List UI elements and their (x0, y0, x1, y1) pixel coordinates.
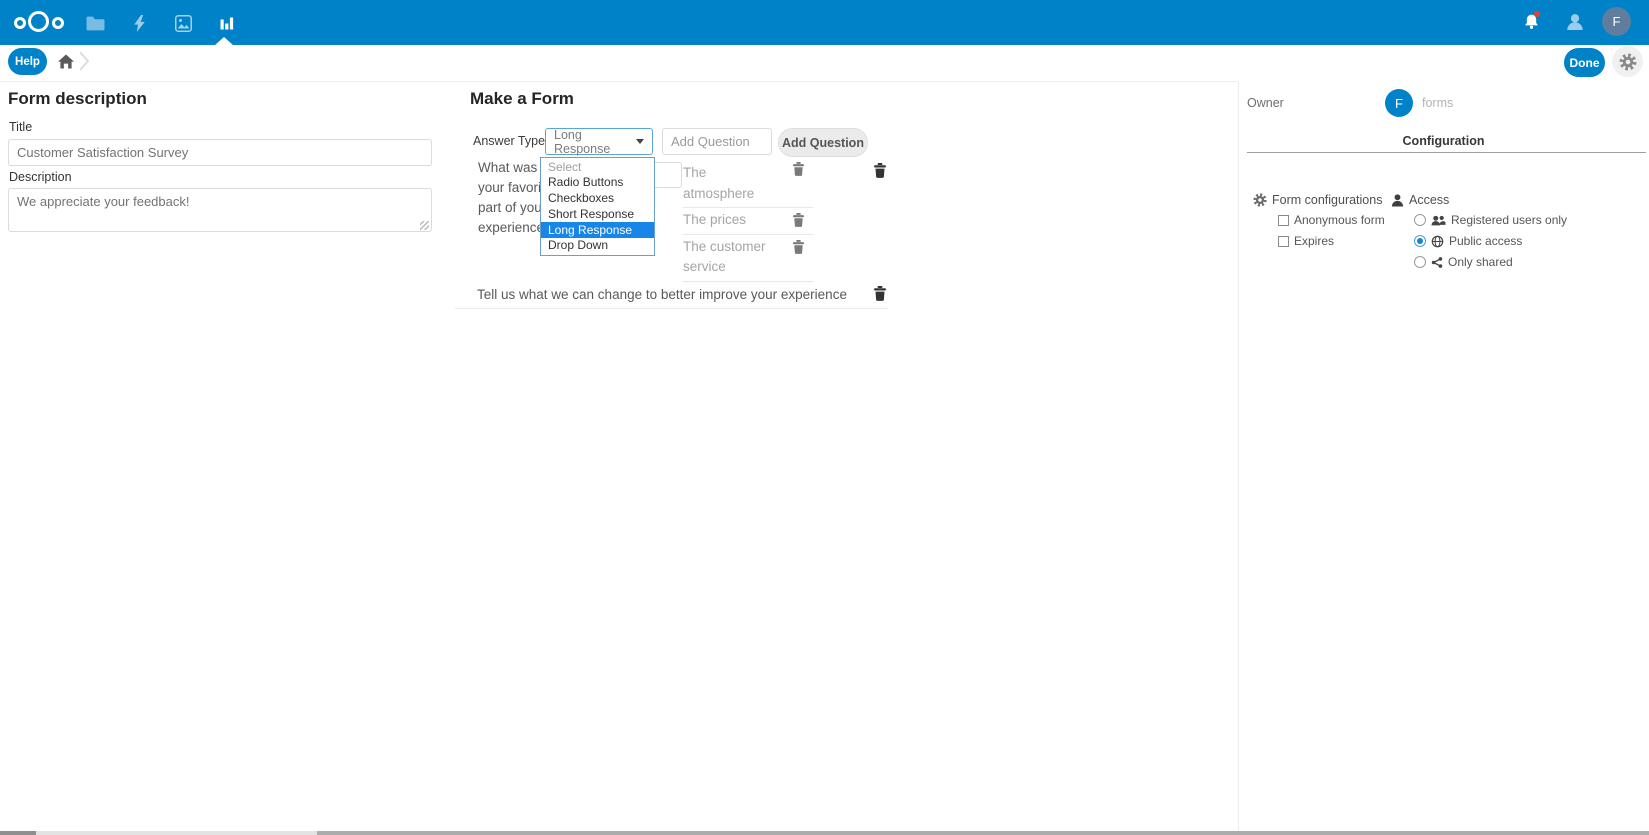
question-text: Tell us what we can change to better imp… (477, 287, 847, 302)
user-avatar[interactable]: F (1602, 7, 1631, 36)
avatar-initial: F (1613, 14, 1621, 29)
photos-icon[interactable] (172, 12, 194, 34)
answer-type-label: Answer Type: (473, 134, 549, 148)
dropdown-option-short-response[interactable]: Short Response (541, 206, 654, 222)
settings-sidebar: Done Owner F forms Configuration Form co… (1238, 45, 1649, 835)
users-icon (1431, 215, 1446, 226)
forms-icon[interactable] (216, 12, 238, 34)
answer-text: The customer service (683, 237, 771, 278)
horizontal-scrollbar[interactable] (0, 831, 1649, 835)
notifications-bell-icon[interactable] (1523, 13, 1543, 33)
toolbar-divider (0, 81, 1238, 82)
only-shared-option[interactable]: Only shared (1414, 255, 1513, 269)
configuration-divider (1247, 152, 1646, 153)
answer-type-selected-value: Long Response (554, 128, 632, 156)
only-shared-radio[interactable] (1414, 256, 1426, 268)
answer-type-select[interactable]: Long Response (545, 128, 653, 155)
add-question-input[interactable] (662, 128, 772, 155)
nextcloud-logo-icon[interactable] (14, 8, 66, 36)
owner-avatar: F (1385, 89, 1413, 117)
expires-option[interactable]: Expires (1278, 234, 1334, 248)
answer-text: The prices (683, 210, 771, 231)
breadcrumb-chevron-icon (79, 51, 89, 76)
help-button[interactable]: Help (8, 48, 47, 75)
home-icon[interactable] (58, 54, 74, 74)
files-icon[interactable] (84, 12, 106, 34)
scrollbar-thumb[interactable] (317, 831, 1649, 835)
owner-avatar-initial: F (1395, 96, 1403, 111)
anonymous-form-option[interactable]: Anonymous form (1278, 213, 1385, 227)
answer-type-dropdown-list: Select Radio Buttons Checkboxes Short Re… (540, 157, 655, 256)
activity-icon[interactable] (128, 12, 150, 34)
dropdown-option-checkboxes[interactable]: Checkboxes (541, 191, 654, 207)
chevron-down-icon (636, 139, 644, 144)
form-description-heading: Form description (8, 89, 433, 109)
owner-label: Owner (1247, 96, 1284, 110)
answer-item: The prices (683, 208, 813, 235)
active-app-pointer (215, 37, 233, 45)
share-icon (1431, 256, 1443, 269)
globe-icon (1431, 235, 1444, 248)
delete-answer-trash-icon[interactable] (792, 213, 805, 227)
app-window: F Help Form description Title Descriptio… (0, 0, 1649, 835)
configuration-heading: Configuration (1238, 134, 1649, 148)
answer-item: The customer service (683, 235, 813, 282)
access-header: Access (1391, 193, 1449, 207)
dropdown-option-long-response[interactable]: Long Response (541, 222, 654, 238)
question-row: Tell us what we can change to better imp… (455, 285, 888, 309)
make-form-panel: Make a Form Answer Type: Long Response A… (455, 89, 900, 329)
textarea-resize-handle[interactable] (420, 221, 429, 230)
public-access-option[interactable]: Public access (1414, 234, 1522, 248)
dropdown-option-radio-buttons[interactable]: Radio Buttons (541, 175, 654, 191)
add-question-button[interactable]: Add Question (778, 128, 868, 157)
answer-list: The atmosphere The prices The customer s… (683, 157, 813, 282)
registered-users-option[interactable]: Registered users only (1414, 213, 1567, 227)
make-form-heading: Make a Form (470, 89, 574, 109)
done-button[interactable]: Done (1564, 48, 1605, 77)
user-icon (1391, 194, 1404, 207)
description-label: Description (9, 170, 72, 184)
delete-answer-trash-icon[interactable] (792, 162, 805, 176)
form-description-panel: Form description Title Description We ap… (8, 89, 433, 109)
title-input[interactable] (8, 139, 432, 166)
anonymous-form-checkbox[interactable] (1278, 215, 1289, 226)
registered-users-radio[interactable] (1414, 214, 1426, 226)
notification-dot (1534, 11, 1540, 17)
delete-answer-trash-icon[interactable] (792, 240, 805, 254)
delete-question-trash-icon[interactable] (873, 163, 887, 178)
description-textarea[interactable]: We appreciate your feedback! (8, 188, 432, 232)
gear-icon (1253, 193, 1267, 207)
expires-checkbox[interactable] (1278, 236, 1289, 247)
dropdown-option-drop-down[interactable]: Drop Down (541, 238, 654, 254)
scrollbar-segment (0, 831, 36, 835)
dropdown-option-select[interactable]: Select (541, 159, 654, 175)
owner-name: forms (1422, 96, 1453, 110)
gear-icon (1619, 53, 1637, 71)
delete-question-trash-icon[interactable] (873, 286, 887, 301)
settings-gear-button[interactable] (1612, 46, 1643, 77)
public-access-radio[interactable] (1414, 235, 1426, 247)
top-navbar: F (0, 0, 1649, 45)
answer-item: The atmosphere (683, 157, 813, 208)
answer-text: The atmosphere (683, 163, 771, 204)
contacts-icon[interactable] (1565, 12, 1585, 32)
form-configurations-header: Form configurations (1253, 193, 1382, 207)
title-label: Title (9, 120, 32, 134)
